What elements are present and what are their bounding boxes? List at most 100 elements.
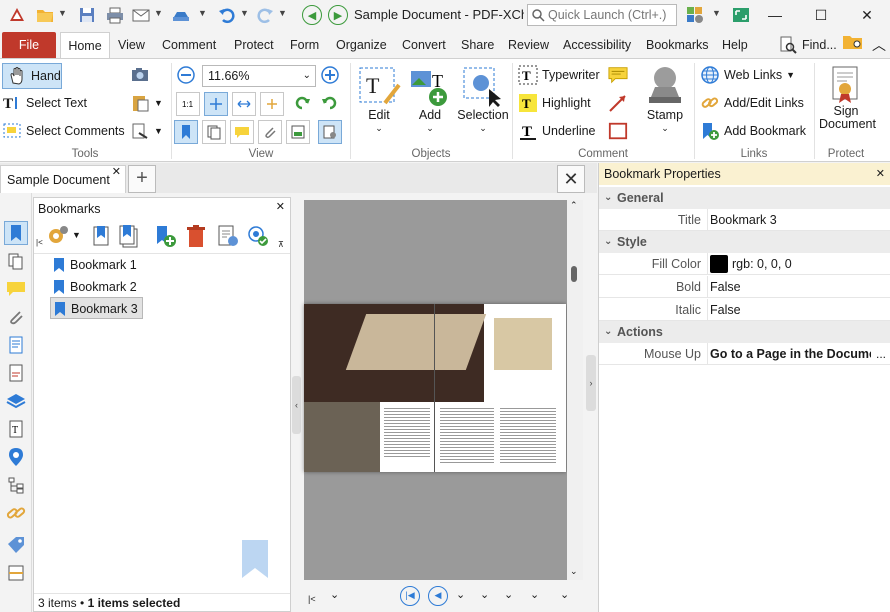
expand-panel-handle[interactable]: › bbox=[586, 355, 596, 411]
chevron-down-icon[interactable]: ▼ bbox=[240, 8, 249, 18]
chevron-down-icon[interactable]: ⌄ bbox=[303, 66, 311, 86]
property-value-title[interactable]: Bookmark 3 bbox=[707, 209, 890, 231]
close-panel-icon[interactable]: ✕ bbox=[876, 163, 885, 185]
highlight-button[interactable]: T Highlight bbox=[518, 93, 591, 113]
options-gear-icon[interactable] bbox=[46, 224, 70, 251]
add-edit-links-button[interactable]: Add/Edit Links bbox=[700, 93, 804, 113]
bookmark-properties-icon[interactable] bbox=[216, 224, 240, 251]
vertical-scrollbar[interactable]: ⌃ ⌄ bbox=[567, 200, 583, 580]
fit-width-icon[interactable] bbox=[232, 92, 256, 116]
maximize-button[interactable]: ☐ bbox=[798, 0, 844, 30]
chevron-down-icon[interactable]: ▼ bbox=[154, 126, 163, 136]
underline-button[interactable]: T Underline bbox=[518, 121, 596, 141]
back-icon[interactable]: ◀ bbox=[302, 5, 322, 25]
tab-review[interactable]: Review bbox=[502, 32, 555, 58]
chevron-down-icon[interactable]: ▼ bbox=[154, 98, 163, 108]
arrow-icon[interactable] bbox=[608, 93, 628, 113]
split-view-icon[interactable] bbox=[4, 561, 28, 585]
chevron-down-icon[interactable]: ▼ bbox=[72, 230, 81, 240]
chevron-down-icon[interactable]: ⌄ bbox=[375, 122, 383, 135]
forward-icon[interactable]: ▶ bbox=[328, 5, 348, 25]
first-page-small-icon[interactable]: |< bbox=[308, 594, 316, 604]
find-button[interactable]: Find... bbox=[772, 32, 843, 58]
scrollbar-thumb[interactable] bbox=[571, 266, 577, 282]
close-window-button[interactable]: ✕ bbox=[844, 0, 890, 30]
selection-button[interactable]: Selection ⌄ bbox=[456, 65, 510, 135]
document-view[interactable] bbox=[304, 200, 567, 580]
zoom-in-button[interactable] bbox=[320, 65, 340, 85]
property-row-title[interactable]: Title Bookmark 3 bbox=[599, 209, 890, 231]
destinations-pane-icon[interactable] bbox=[4, 445, 28, 469]
bookmark-item[interactable]: Bookmark 2 bbox=[50, 276, 141, 298]
chevron-down-icon[interactable]: ⌄ bbox=[661, 122, 669, 135]
chevron-down-icon[interactable]: ▼ bbox=[712, 8, 721, 18]
edit-button[interactable]: T Edit ⌄ bbox=[355, 65, 403, 135]
bookmarks-pane-icon[interactable] bbox=[4, 221, 28, 245]
zoom-out-button[interactable] bbox=[176, 65, 196, 85]
new-child-bookmark-icon[interactable] bbox=[118, 224, 140, 251]
rectangle-icon[interactable] bbox=[608, 121, 628, 141]
full-screen-icon[interactable] bbox=[730, 4, 752, 26]
previous-page-button[interactable]: ◀ bbox=[428, 586, 448, 606]
property-row-bold[interactable]: Bold False bbox=[599, 276, 890, 298]
chevron-down-icon[interactable]: ▼ bbox=[278, 8, 287, 18]
bookmark-item-selected[interactable]: Bookmark 3 bbox=[50, 297, 143, 319]
web-links-button[interactable]: Web Links ▼ bbox=[700, 65, 795, 85]
structure-pane-icon[interactable] bbox=[4, 473, 28, 497]
actual-size-icon[interactable]: 1:1 bbox=[176, 92, 200, 116]
new-tab-button[interactable]: + bbox=[128, 165, 156, 193]
bookmark-view-icon[interactable] bbox=[174, 120, 198, 144]
email-icon[interactable] bbox=[130, 4, 152, 26]
tab-organize[interactable]: Organize bbox=[330, 32, 393, 58]
attachments-icon[interactable] bbox=[258, 120, 282, 144]
fields-pane-icon[interactable]: T bbox=[4, 417, 28, 441]
paste-icon[interactable]: ▼ bbox=[130, 93, 163, 113]
tab-form[interactable]: Form bbox=[284, 32, 325, 58]
tab-help[interactable]: Help bbox=[716, 32, 754, 58]
scroll-up-icon[interactable]: ⌃ bbox=[570, 200, 578, 211]
tab-file[interactable]: File bbox=[2, 32, 56, 58]
rotate-right-icon[interactable] bbox=[320, 93, 340, 113]
property-value-italic[interactable]: False bbox=[707, 299, 890, 321]
typewriter-button[interactable]: T Typewriter bbox=[518, 65, 600, 85]
sign-document-button[interactable]: Sign Document bbox=[816, 65, 876, 131]
tab-home[interactable]: Home bbox=[60, 32, 110, 58]
rotate-left-icon[interactable] bbox=[292, 93, 312, 113]
add-bookmark-icon[interactable] bbox=[154, 224, 178, 251]
chevron-down-icon[interactable]: ⌄ bbox=[456, 588, 465, 601]
redo-icon[interactable] bbox=[254, 4, 276, 26]
section-style[interactable]: ⌄ Style bbox=[599, 231, 890, 253]
comments-view-icon[interactable] bbox=[230, 120, 254, 144]
pages-view-icon[interactable] bbox=[202, 120, 226, 144]
fit-page-icon[interactable] bbox=[204, 92, 228, 116]
print-icon[interactable] bbox=[104, 4, 126, 26]
properties-pane-icon[interactable] bbox=[4, 361, 28, 385]
tags-pane-icon[interactable] bbox=[4, 533, 28, 557]
minimize-button[interactable]: — bbox=[752, 0, 798, 30]
delete-icon[interactable] bbox=[186, 224, 206, 251]
chevron-down-icon[interactable]: ⌄ bbox=[560, 588, 569, 601]
collapse-panel-handle[interactable]: ‹ bbox=[292, 376, 301, 434]
chevron-down-icon[interactable]: ⌄ bbox=[479, 122, 487, 135]
ui-options-icon[interactable] bbox=[684, 4, 706, 26]
comments-pane-icon[interactable] bbox=[4, 277, 28, 301]
close-panel-icon[interactable]: ✕ bbox=[276, 200, 285, 213]
chevron-down-icon[interactable]: ▼ bbox=[154, 8, 163, 18]
expand-current-icon[interactable] bbox=[246, 224, 270, 251]
tab-view[interactable]: View bbox=[112, 32, 151, 58]
chevron-down-icon[interactable]: ⌄ bbox=[426, 122, 434, 135]
pages-pane-icon[interactable] bbox=[4, 249, 28, 273]
quick-launch-input[interactable]: Quick Launch (Ctrl+.) bbox=[527, 4, 677, 26]
fit-visible-icon[interactable] bbox=[260, 92, 284, 116]
sticky-note-icon[interactable] bbox=[608, 65, 628, 85]
document-tab[interactable]: Sample Document ✕ bbox=[0, 165, 126, 193]
tab-protect[interactable]: Protect bbox=[228, 32, 280, 58]
properties-view-icon[interactable] bbox=[318, 120, 342, 144]
undo-icon[interactable] bbox=[216, 4, 238, 26]
section-actions[interactable]: ⌄ Actions bbox=[599, 321, 890, 343]
chevron-down-icon[interactable]: ▼ bbox=[58, 8, 67, 18]
property-value-fill-color[interactable]: rgb: 0, 0, 0 bbox=[707, 253, 890, 275]
thumbnail-icon[interactable] bbox=[286, 120, 310, 144]
select-text-button[interactable]: T Select Text bbox=[2, 93, 87, 113]
chevron-down-icon[interactable]: ⌄ bbox=[504, 588, 513, 601]
